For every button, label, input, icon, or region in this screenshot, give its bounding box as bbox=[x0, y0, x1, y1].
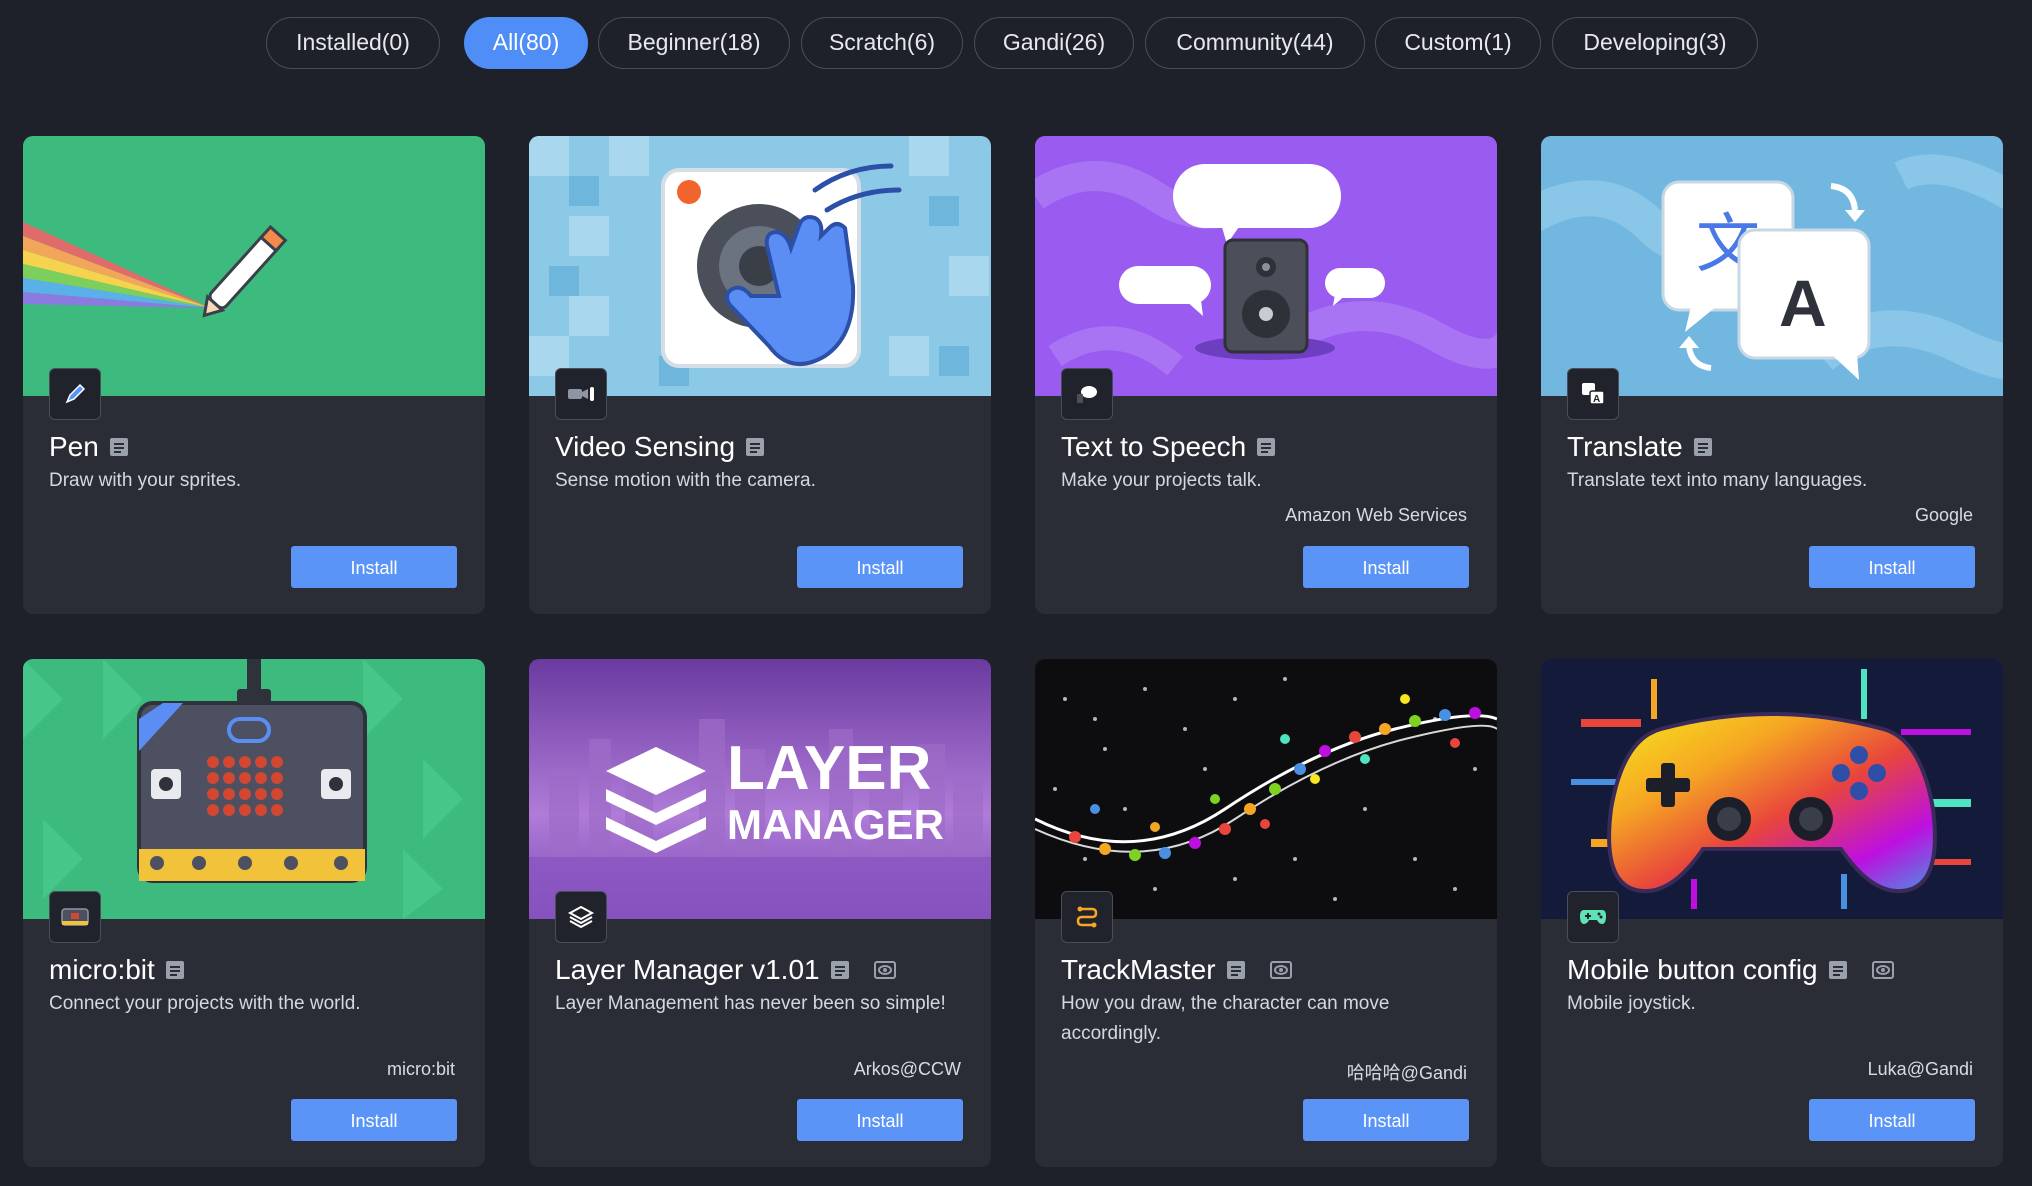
card-title: Mobile button config bbox=[1567, 954, 1818, 985]
card-author: Luka@Gandi bbox=[1867, 1059, 1973, 1079]
layers-icon bbox=[555, 891, 607, 943]
pen-banner-image bbox=[23, 136, 485, 396]
tab-scratch[interactable]: Scratch(6) bbox=[801, 17, 963, 69]
doc-icon[interactable] bbox=[745, 437, 765, 457]
install-button[interactable]: Install bbox=[797, 546, 963, 588]
eye-icon[interactable] bbox=[873, 960, 896, 980]
card-author: 哈哈哈@Gandi bbox=[1346, 1063, 1467, 1083]
tab-custom[interactable]: Custom(1) bbox=[1375, 17, 1541, 69]
card-description: Connect your projects with the world. bbox=[49, 993, 361, 1014]
card-description: Make your projects talk. bbox=[1061, 470, 1262, 491]
eye-icon[interactable] bbox=[1269, 960, 1292, 980]
banner-line-1: LAYER bbox=[727, 734, 931, 803]
video-sensing-icon bbox=[555, 368, 607, 420]
extension-card-trackmaster[interactable]: TrackMaster How you draw, the character … bbox=[1035, 659, 1497, 1167]
tab-installed[interactable]: Installed(0) bbox=[266, 17, 440, 69]
eye-icon[interactable] bbox=[1871, 960, 1894, 980]
extension-card-layer-manager[interactable]: LAYER MANAGER Layer Manager v1.01 Layer … bbox=[529, 659, 991, 1167]
tab-all[interactable]: All(80) bbox=[464, 17, 588, 69]
doc-icon[interactable] bbox=[1256, 437, 1276, 457]
banner-line-2: MANAGER bbox=[727, 801, 944, 848]
track-icon bbox=[1061, 891, 1113, 943]
card-author: Arkos@CCW bbox=[853, 1059, 961, 1079]
doc-icon[interactable] bbox=[109, 437, 129, 457]
install-button[interactable]: Install bbox=[1303, 546, 1469, 588]
microbit-icon bbox=[49, 891, 101, 943]
translate-banner-image: 文 A bbox=[1541, 136, 2003, 396]
tab-developing[interactable]: Developing(3) bbox=[1552, 17, 1758, 69]
doc-icon[interactable] bbox=[1226, 960, 1246, 980]
install-button[interactable]: Install bbox=[291, 1099, 457, 1141]
category-filter-bar: Installed(0) All(80) Beginner(18) Scratc… bbox=[0, 17, 2032, 73]
card-description: Draw with your sprites. bbox=[49, 470, 242, 491]
extension-card-pen[interactable]: Pen Draw with your sprites. Install bbox=[23, 136, 485, 614]
card-description: Sense motion with the camera. bbox=[555, 470, 816, 491]
card-description: Layer Management has never been so simpl… bbox=[555, 993, 946, 1014]
tab-beginner[interactable]: Beginner(18) bbox=[598, 17, 790, 69]
install-button[interactable]: Install bbox=[1809, 546, 1975, 588]
card-title: micro:bit bbox=[49, 954, 155, 985]
tab-community[interactable]: Community(44) bbox=[1145, 17, 1365, 69]
card-title: TrackMaster bbox=[1061, 954, 1216, 985]
translate-icon: A bbox=[1567, 368, 1619, 420]
svg-text:A: A bbox=[1593, 394, 1600, 405]
card-author: Amazon Web Services bbox=[1285, 505, 1467, 525]
card-title: Layer Manager v1.01 bbox=[555, 954, 820, 985]
pen-icon bbox=[49, 368, 101, 420]
install-button[interactable]: Install bbox=[291, 546, 457, 588]
card-title: Translate bbox=[1567, 431, 1683, 462]
microbit-banner-image bbox=[23, 659, 485, 919]
video-sensing-banner-image bbox=[529, 136, 991, 396]
doc-icon[interactable] bbox=[830, 960, 850, 980]
card-description: How you draw, the character can move acc… bbox=[1061, 993, 1390, 1044]
extension-card-text-to-speech[interactable]: Text to Speech Make your projects talk. … bbox=[1035, 136, 1497, 614]
doc-icon[interactable] bbox=[1693, 437, 1713, 457]
doc-icon[interactable] bbox=[165, 960, 185, 980]
tab-gandi[interactable]: Gandi(26) bbox=[974, 17, 1134, 69]
card-author: Google bbox=[1914, 505, 1973, 525]
text-to-speech-banner-image bbox=[1035, 136, 1497, 396]
card-description: Translate text into many languages. bbox=[1567, 470, 1868, 491]
svg-text:A: A bbox=[1779, 266, 1827, 340]
card-description: Mobile joystick. bbox=[1567, 993, 1696, 1014]
card-title: Text to Speech bbox=[1061, 431, 1247, 462]
install-button[interactable]: Install bbox=[1809, 1099, 1975, 1141]
layer-manager-banner-image: LAYER MANAGER bbox=[529, 659, 991, 919]
extension-card-mobile-button-config[interactable]: Mobile button config Mobile joystick. Lu… bbox=[1541, 659, 2003, 1167]
gamepad-icon bbox=[1567, 891, 1619, 943]
install-button[interactable]: Install bbox=[1303, 1099, 1469, 1141]
card-title: Pen bbox=[49, 431, 99, 462]
speech-bubble-icon bbox=[1061, 368, 1113, 420]
card-author: micro:bit bbox=[386, 1059, 455, 1079]
doc-icon[interactable] bbox=[1828, 960, 1848, 980]
trackmaster-banner-image bbox=[1035, 659, 1497, 919]
extension-card-video-sensing[interactable]: Video Sensing Sense motion with the came… bbox=[529, 136, 991, 614]
extension-card-microbit[interactable]: micro:bit Connect your projects with the… bbox=[23, 659, 485, 1167]
mobile-button-config-banner-image bbox=[1541, 659, 2003, 919]
install-button[interactable]: Install bbox=[797, 1099, 963, 1141]
card-title: Video Sensing bbox=[555, 431, 736, 462]
extension-card-translate[interactable]: 文 A A Translate Translate text into many… bbox=[1541, 136, 2003, 614]
